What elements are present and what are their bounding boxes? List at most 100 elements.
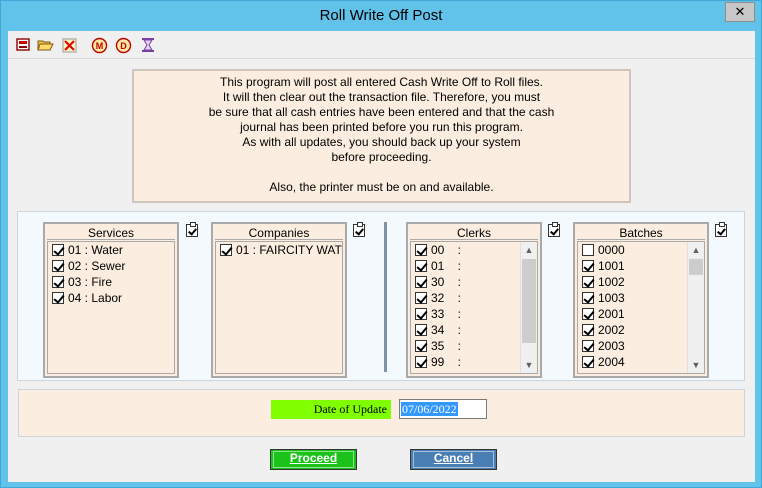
scroll-up-icon[interactable]: ▲ <box>688 242 704 258</box>
clerks-items: 00 : 01 : 30 : 32 : 33 : 34 : 35 : 99 : … <box>410 241 538 374</box>
checkbox[interactable] <box>52 244 64 256</box>
proceed-button[interactable]: Proceed <box>270 449 357 470</box>
batches-list: Batches 0000 1001 1002 1003 2001 2002 20… <box>573 222 709 378</box>
window-title: Roll Write Off Post <box>319 7 443 24</box>
scroll-up-icon[interactable]: ▲ <box>521 242 537 258</box>
proceed-label: Proceed <box>289 451 338 465</box>
toolbar: M D <box>12 34 212 58</box>
checkbox[interactable] <box>220 244 232 256</box>
selection-panel: Services 01 : Water 02 : Sewer 03 : Fire… <box>17 211 745 381</box>
service-item[interactable]: 03 : Fire <box>48 274 174 290</box>
info-line: As with all updates, you should back up … <box>242 135 521 149</box>
checkbox[interactable] <box>415 292 427 304</box>
client-area: M D This program will post all entered C… <box>8 31 755 482</box>
clerks-scrollbar[interactable]: ▲ ▼ <box>520 242 537 373</box>
toolbar-divider <box>8 58 755 59</box>
checkbox[interactable] <box>415 324 427 336</box>
batch-item[interactable]: 1001 <box>578 258 704 274</box>
checkbox[interactable] <box>52 276 64 288</box>
scroll-down-icon[interactable]: ▼ <box>521 357 537 373</box>
service-item[interactable]: 02 : Sewer <box>48 258 174 274</box>
companies-items: 01 : FAIRCITY WAT <box>215 241 343 374</box>
print-icon[interactable] <box>14 36 32 54</box>
clerks-header: Clerks <box>410 226 538 240</box>
svg-text:M: M <box>95 41 103 51</box>
batches-header: Batches <box>577 226 705 240</box>
checkbox[interactable] <box>52 260 64 272</box>
checkbox[interactable] <box>415 356 427 368</box>
clerk-item[interactable]: 01 : <box>411 258 537 274</box>
d-icon[interactable]: D <box>114 36 132 54</box>
batches-scrollbar[interactable]: ▲ ▼ <box>687 242 704 373</box>
info-line: be sure that all cash entries have been … <box>208 105 555 119</box>
date-of-update-field[interactable]: 07/06/2022 <box>399 399 487 419</box>
info-line <box>134 165 629 180</box>
clerk-item[interactable]: 33 : <box>411 306 537 322</box>
info-line: journal has been printed before you run … <box>240 120 523 134</box>
checkbox[interactable] <box>415 260 427 272</box>
services-list: Services 01 : Water 02 : Sewer 03 : Fire… <box>43 222 179 378</box>
service-item[interactable]: 04 : Labor <box>48 290 174 306</box>
info-line: before proceeding. <box>331 150 432 164</box>
close-button[interactable]: ✕ <box>725 2 755 22</box>
companies-header: Companies <box>215 226 343 240</box>
scroll-thumb[interactable] <box>522 259 536 343</box>
services-select-all-icon[interactable] <box>186 222 198 237</box>
date-of-update-label: Date of Update <box>271 400 391 419</box>
companies-list: Companies 01 : FAIRCITY WAT <box>211 222 347 378</box>
svg-text:D: D <box>120 41 127 51</box>
date-value: 07/06/2022 <box>401 402 458 416</box>
clerks-list: Clerks 00 : 01 : 30 : 32 : 33 : 34 : 35 … <box>406 222 542 378</box>
services-header: Services <box>47 226 175 240</box>
m-icon[interactable]: M <box>90 36 108 54</box>
checkbox[interactable] <box>582 324 594 336</box>
title-bar[interactable]: Roll Write Off Post ✕ <box>1 1 761 31</box>
batch-item[interactable]: 2004 <box>578 354 704 370</box>
batch-item[interactable]: 2003 <box>578 338 704 354</box>
scroll-thumb[interactable] <box>689 259 703 275</box>
clerk-item[interactable]: 32 : <box>411 290 537 306</box>
delete-icon[interactable] <box>60 36 78 54</box>
clerk-item[interactable]: 00 : <box>411 242 537 258</box>
checkbox[interactable] <box>582 260 594 272</box>
checkbox[interactable] <box>582 244 594 256</box>
checkbox[interactable] <box>582 292 594 304</box>
open-folder-icon[interactable] <box>36 36 54 54</box>
checkbox[interactable] <box>415 244 427 256</box>
checkbox[interactable] <box>582 276 594 288</box>
batch-item[interactable]: 2002 <box>578 322 704 338</box>
checkbox[interactable] <box>582 340 594 352</box>
clerk-item[interactable]: 99 : <box>411 354 537 370</box>
batch-item[interactable]: 0000 <box>578 242 704 258</box>
clerk-item[interactable]: 34 : <box>411 322 537 338</box>
checkbox[interactable] <box>415 340 427 352</box>
batches-select-all-icon[interactable] <box>715 222 727 237</box>
clerk-item[interactable]: 35 : <box>411 338 537 354</box>
batch-item[interactable]: 1003 <box>578 290 704 306</box>
checkbox[interactable] <box>52 292 64 304</box>
checkbox[interactable] <box>415 276 427 288</box>
cancel-label: Cancel <box>433 451 474 465</box>
info-line: This program will post all entered Cash … <box>219 75 543 89</box>
info-message: This program will post all entered Cash … <box>132 69 631 203</box>
batch-item[interactable]: 1002 <box>578 274 704 290</box>
checkbox[interactable] <box>415 308 427 320</box>
scroll-down-icon[interactable]: ▼ <box>688 357 704 373</box>
checkbox[interactable] <box>582 308 594 320</box>
date-panel: Date of Update 07/06/2022 <box>18 389 745 437</box>
batches-items: 0000 1001 1002 1003 2001 2002 2003 2004 … <box>577 241 705 374</box>
service-item[interactable]: 01 : Water <box>48 242 174 258</box>
info-line: Also, the printer must be on and availab… <box>269 180 494 194</box>
batch-item[interactable]: 2001 <box>578 306 704 322</box>
checkbox[interactable] <box>582 356 594 368</box>
companies-select-all-icon[interactable] <box>353 222 365 237</box>
services-items: 01 : Water 02 : Sewer 03 : Fire 04 : Lab… <box>47 241 175 374</box>
window: Roll Write Off Post ✕ M D This program w… <box>0 0 762 488</box>
group-separator <box>384 222 387 372</box>
close-icon: ✕ <box>734 4 746 19</box>
company-item[interactable]: 01 : FAIRCITY WAT <box>216 242 342 258</box>
clerk-item[interactable]: 30 : <box>411 274 537 290</box>
clerks-select-all-icon[interactable] <box>548 222 560 237</box>
hourglass-icon[interactable] <box>139 36 157 54</box>
cancel-button[interactable]: Cancel <box>410 449 497 470</box>
